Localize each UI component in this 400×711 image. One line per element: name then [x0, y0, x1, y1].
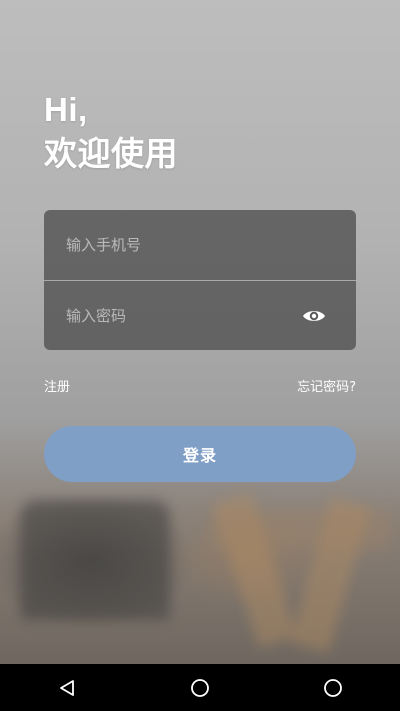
greeting-line-1: Hi, — [44, 91, 88, 128]
background-blur-object — [210, 510, 390, 550]
login-button[interactable]: 登录 — [44, 426, 356, 482]
register-link[interactable]: 注册 — [44, 376, 70, 395]
background-blur-object — [20, 500, 170, 620]
login-form — [44, 210, 356, 350]
welcome-greeting: Hi, 欢迎使用 — [44, 88, 178, 176]
phone-input[interactable] — [66, 230, 286, 260]
back-triangle-icon[interactable] — [47, 668, 87, 708]
forgot-password-link[interactable]: 忘记密码? — [297, 376, 356, 395]
phone-field-row — [44, 210, 356, 280]
home-circle-icon[interactable] — [180, 668, 220, 708]
eye-icon[interactable] — [302, 305, 326, 327]
android-navigation-bar — [0, 664, 400, 711]
greeting-line-2: 欢迎使用 — [44, 135, 178, 172]
recent-circle-icon[interactable] — [313, 668, 353, 708]
password-input[interactable] — [66, 300, 286, 331]
password-field-row — [44, 280, 356, 350]
